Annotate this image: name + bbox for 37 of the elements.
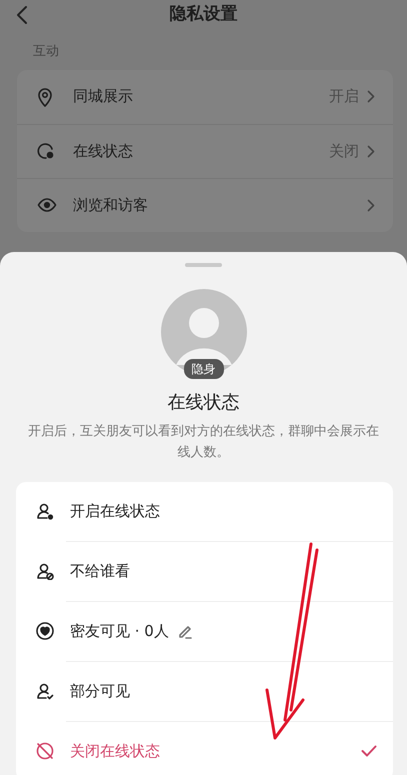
- location-pin-icon: [37, 86, 53, 106]
- checkmark-icon: [361, 745, 377, 758]
- hidden-status-icon: [36, 742, 54, 760]
- setting-label: 同城展示: [73, 86, 134, 108]
- person-icon: [36, 682, 54, 700]
- settings-row[interactable]: 同城展示 开启: [17, 70, 393, 124]
- option-label: 部分可见: [70, 680, 130, 702]
- person-icon: [36, 562, 54, 580]
- status-option[interactable]: 密友可见 · 0人: [16, 602, 393, 661]
- status-option[interactable]: 关闭在线状态: [16, 722, 393, 775]
- person-icon: [36, 502, 54, 520]
- page-title: 隐私设置: [170, 3, 238, 26]
- option-label: 开启在线状态: [70, 500, 160, 522]
- online-status-icon: [37, 142, 55, 160]
- status-badge: 隐身: [184, 359, 224, 379]
- setting-label: 在线状态: [73, 140, 134, 162]
- option-label: 不给谁看: [70, 560, 130, 582]
- sheet-description: 开启后，互关朋友可以看到对方的在线状态，群聊中会展示在线人数。: [27, 423, 380, 462]
- back-icon[interactable]: [16, 5, 28, 25]
- option-label: 关闭在线状态: [70, 740, 160, 762]
- status-option[interactable]: 部分可见: [16, 662, 393, 721]
- option-label: 密友可见 · 0人: [70, 620, 169, 642]
- settings-row[interactable]: 在线状态 关闭: [17, 124, 393, 178]
- eye-icon: [37, 197, 57, 213]
- setting-label: 浏览和访客: [73, 194, 149, 216]
- settings-row[interactable]: 浏览和访客: [17, 178, 393, 232]
- sheet-title: 在线状态: [166, 391, 240, 415]
- setting-value: 开启: [329, 86, 359, 108]
- chevron-right-icon: [367, 144, 375, 158]
- setting-value: 关闭: [329, 140, 359, 162]
- chevron-right-icon: [367, 198, 375, 212]
- section-label: 互动: [32, 43, 60, 61]
- status-option[interactable]: 开启在线状态: [16, 482, 393, 541]
- drag-handle[interactable]: [185, 263, 222, 267]
- chevron-right-icon: [367, 90, 375, 103]
- pencil-icon[interactable]: [176, 623, 193, 640]
- status-option[interactable]: 不给谁看: [16, 542, 393, 601]
